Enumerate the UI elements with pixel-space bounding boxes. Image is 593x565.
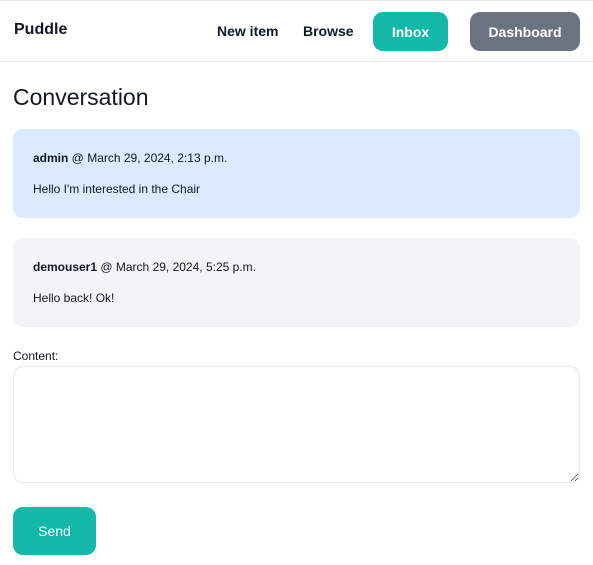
- message-author: admin: [33, 151, 69, 165]
- navbar: Puddle New item Browse Inbox Dashboard: [0, 0, 593, 62]
- brand-logo-link[interactable]: Puddle: [14, 21, 67, 39]
- message-body: Hello back! Ok!: [33, 291, 115, 305]
- message-separator: @: [68, 151, 88, 165]
- nav-link-new-item[interactable]: New item: [217, 23, 278, 39]
- message-body: Hello I'm interested in the Chair: [33, 182, 201, 196]
- message-card: admin @ March 29, 2024, 2:13 p.m. Hello …: [13, 129, 580, 218]
- page-title: Conversation: [13, 84, 149, 110]
- message-meta: admin @ March 29, 2024, 2:13 p.m.: [33, 149, 560, 167]
- message-timestamp: March 29, 2024, 5:25 p.m.: [115, 260, 256, 274]
- message-meta: demouser1 @ March 29, 2024, 5:25 p.m.: [33, 258, 560, 276]
- message-author: demouser1: [33, 260, 98, 274]
- message-card: demouser1 @ March 29, 2024, 5:25 p.m. He…: [13, 238, 580, 327]
- message-timestamp: March 29, 2024, 2:13 p.m.: [87, 151, 228, 165]
- message-separator: @: [97, 260, 116, 274]
- inbox-button[interactable]: Inbox: [373, 12, 448, 51]
- content-label: Content:: [13, 349, 59, 363]
- nav-link-browse[interactable]: Browse: [303, 23, 354, 39]
- content-textarea[interactable]: [13, 366, 580, 483]
- send-button[interactable]: Send: [13, 507, 96, 555]
- dashboard-button[interactable]: Dashboard: [470, 12, 580, 51]
